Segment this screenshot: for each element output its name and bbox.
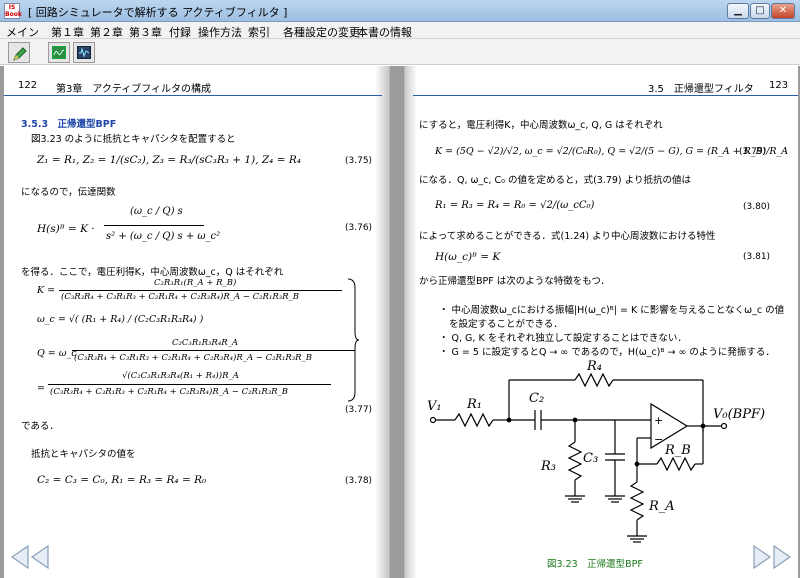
bullet-text: Q, G, K をそれぞれ独立して設定することはできない．: [451, 333, 687, 344]
opamp-plus: +: [654, 414, 663, 427]
book-view: 122 第3章 アクティブフィルタの構成 3.5.3 正帰還型BPF 図3.23…: [0, 66, 800, 578]
menu-appendix[interactable]: 付録: [169, 24, 191, 40]
paragraph: になるので，伝達関数: [21, 187, 116, 198]
bpf-circuit-diagram: V₁ R₁ C₂ R₄ R₃ C₃ R_B R_A V₀(BPF) + −: [427, 359, 765, 543]
equation-q-numerator: C₂C₃R₁R₃R₄R_A: [172, 338, 239, 348]
fraction-bar: [48, 384, 331, 385]
page-gutter-shadow: [375, 66, 389, 578]
app-icon[interactable]: IS Book: [4, 3, 22, 19]
label-r3: R₃: [540, 459, 556, 474]
label-c3: C₃: [583, 451, 598, 466]
toolbar: [0, 39, 800, 65]
equation-wc: ω_c = √( (R₁ + R₄) / (C₂C₃R₁R₃R₄) ): [37, 314, 204, 325]
equation-3-76-numerator: (ω_c / Q) s: [130, 206, 183, 217]
label-v1: V₁: [427, 399, 442, 414]
equation-3-79: K = (5Q − √2)/√2, ω_c = √2/(C₀R₀), Q = √…: [435, 146, 789, 157]
pencil-icon: [12, 46, 27, 61]
paragraph: 図3.23 のように抵抗とキャパシタを配置すると: [31, 134, 236, 145]
equation-3-76-denominator: s² + (ω_c / Q) s + ω_c²: [106, 231, 221, 242]
equation-q-lhs: Q = ω_c: [37, 348, 77, 359]
left-chapter-title: 第3章 アクティブフィルタの構成: [56, 84, 212, 95]
paragraph: になる．Q, ω_c, C₀ の値を定めると，式(3.79) より抵抗の値は: [419, 175, 691, 186]
menu-bar: メイン 第１章 第２章 第３章 付録 操作方法 索引 各種設定の変更 本書の情報: [0, 22, 800, 39]
opamp-minus: −: [654, 433, 663, 446]
paragraph: によって求めることができる．式(1.24) より中心周波数における特性: [419, 231, 716, 242]
right-chapter-title: 3.5 正帰還型フィルタ: [648, 84, 754, 95]
label-rb: R_B: [664, 443, 691, 458]
label-r4: R₄: [586, 359, 602, 374]
label-vo: V₀(BPF): [713, 407, 765, 422]
label-c2: C₂: [529, 391, 544, 406]
maximize-button[interactable]: □: [750, 3, 770, 19]
label-ra: R_A: [648, 499, 675, 514]
right-header-rule: [413, 95, 798, 96]
prev-page-button[interactable]: [8, 544, 52, 573]
bullet-item: ・ 中心周波数ω_cにおける振幅|H(ω_c)ᴮ| = K に影響を与えることな…: [439, 305, 785, 316]
menu-book-info[interactable]: 本書の情報: [357, 24, 412, 40]
equation-number: (3.75): [345, 156, 373, 166]
waveform-icon: [52, 46, 66, 59]
paragraph: である．: [21, 421, 59, 432]
paragraph: 抵抗とキャパシタの値を: [31, 449, 136, 460]
paragraph: にすると，電圧利得K，中心周波数ω_c, Q, G はそれぞれ: [419, 120, 663, 131]
equation-number: (3.79): [739, 147, 767, 157]
fraction-bar: [104, 225, 204, 226]
menu-index[interactable]: 索引: [248, 24, 270, 40]
fraction-bar: [72, 350, 355, 351]
equation-eq-denominator: (C₃R₃R₄ + C₃R₁R₃ + C₂R₁R₄ + C₂R₃R₄)R_A −…: [50, 387, 289, 397]
equation-eq-lhs: =: [37, 383, 45, 394]
right-page-number: 123: [769, 80, 789, 91]
menu-chapter-2[interactable]: 第２章: [90, 24, 123, 40]
section-heading: 3.5.3 正帰還型BPF: [21, 119, 117, 130]
scope-tool-button[interactable]: [73, 42, 95, 63]
bullet-item: ・ G = 5 に設定するとQ → ∞ であるので，H(ω_c)ᴮ → ∞ のよ…: [439, 347, 775, 358]
waveform-tool-button[interactable]: [48, 42, 70, 63]
double-left-arrow-icon: [10, 544, 49, 570]
equation-number: (3.78): [345, 476, 373, 486]
equation-k-numerator: C₂R₃R₁(R_A + R_B): [154, 278, 237, 288]
equation-number: (3.81): [743, 252, 771, 262]
equation-3-76-lhs: H(s)ᴮ = K ·: [37, 223, 95, 235]
fraction-bar: [59, 290, 342, 291]
left-page-number: 122: [18, 80, 38, 91]
equation-k-denominator: (C₃R₃R₄ + C₃R₁R₃ + C₂R₁R₄ + C₂R₃R₄)R_A −…: [61, 292, 300, 302]
menu-main[interactable]: メイン: [6, 24, 39, 40]
window-title: [ 回路シミュレータで解析する アクティブフィルタ ]: [28, 6, 288, 19]
right-page: 3.5 正帰還型フィルタ 123 にすると，電圧利得K，中心周波数ω_c, Q,…: [404, 66, 798, 578]
right-brace: [347, 278, 360, 402]
menu-chapter-3[interactable]: 第３章: [129, 24, 162, 40]
bullet-text: G = 5 に設定するとQ → ∞ であるので，H(ω_c)ᴮ → ∞ のように…: [451, 347, 775, 358]
equation-q-denominator: (C₃R₃R₄ + C₃R₁R₃ + C₂R₁R₄ + C₂R₃R₄)R_A −…: [74, 353, 313, 363]
equation-3-75: Z₁ = R₁, Z₂ = 1/(sC₂), Z₃ = R₃/(sC₃R₃ + …: [37, 154, 301, 166]
paragraph: を得る．ここで，電圧利得K，中心周波数ω_c，Q はそれぞれ: [21, 267, 284, 278]
left-page: 122 第3章 アクティブフィルタの構成 3.5.3 正帰還型BPF 図3.23…: [4, 66, 390, 578]
equation-3-80: R₁ = R₃ = R₄ = R₀ = √2/(ω_cC₀): [435, 200, 595, 211]
minimize-button[interactable]: ▁: [727, 3, 749, 19]
left-header-rule: [4, 95, 382, 96]
title-bar: IS Book [ 回路シミュレータで解析する アクティブフィルタ ] ▁ □ ✕: [0, 0, 800, 22]
equation-3-78: C₂ = C₃ = C₀, R₁ = R₃ = R₄ = R₀: [37, 474, 207, 486]
bullet-text: 中心周波数ω_cにおける振幅|H(ω_c)ᴮ| = K に影響を与えることなくω…: [451, 305, 785, 316]
menu-operation[interactable]: 操作方法: [198, 24, 242, 40]
menu-chapter-1[interactable]: 第１章: [51, 24, 84, 40]
paragraph: から正帰還型BPF は次のような特徴をもつ．: [419, 276, 610, 287]
menu-settings[interactable]: 各種設定の変更: [283, 24, 360, 40]
bullet-continuation: を設定することができる．: [449, 319, 563, 330]
equation-number: (3.77): [345, 405, 373, 415]
equation-number: (3.76): [345, 223, 373, 233]
oscilloscope-icon: [77, 46, 91, 59]
next-page-button[interactable]: [750, 544, 794, 573]
page-gutter-shadow: [405, 66, 417, 578]
equation-3-81: H(ω_c)ᴮ = K: [435, 251, 501, 263]
double-right-arrow-icon: [753, 544, 792, 570]
close-button[interactable]: ✕: [771, 3, 795, 19]
equation-number: (3.80): [743, 202, 771, 212]
equation-k-lhs: K =: [37, 285, 56, 296]
label-r1: R₁: [466, 397, 482, 412]
pen-tool-button[interactable]: [8, 42, 30, 63]
equation-eq-numerator: √(C₂C₃R₁R₃R₄(R₁ + R₄))R_A: [122, 371, 239, 381]
bullet-item: ・ Q, G, K をそれぞれ独立して設定することはできない．: [439, 333, 687, 344]
figure-caption: 図3.23 正帰還型BPF: [547, 559, 643, 570]
